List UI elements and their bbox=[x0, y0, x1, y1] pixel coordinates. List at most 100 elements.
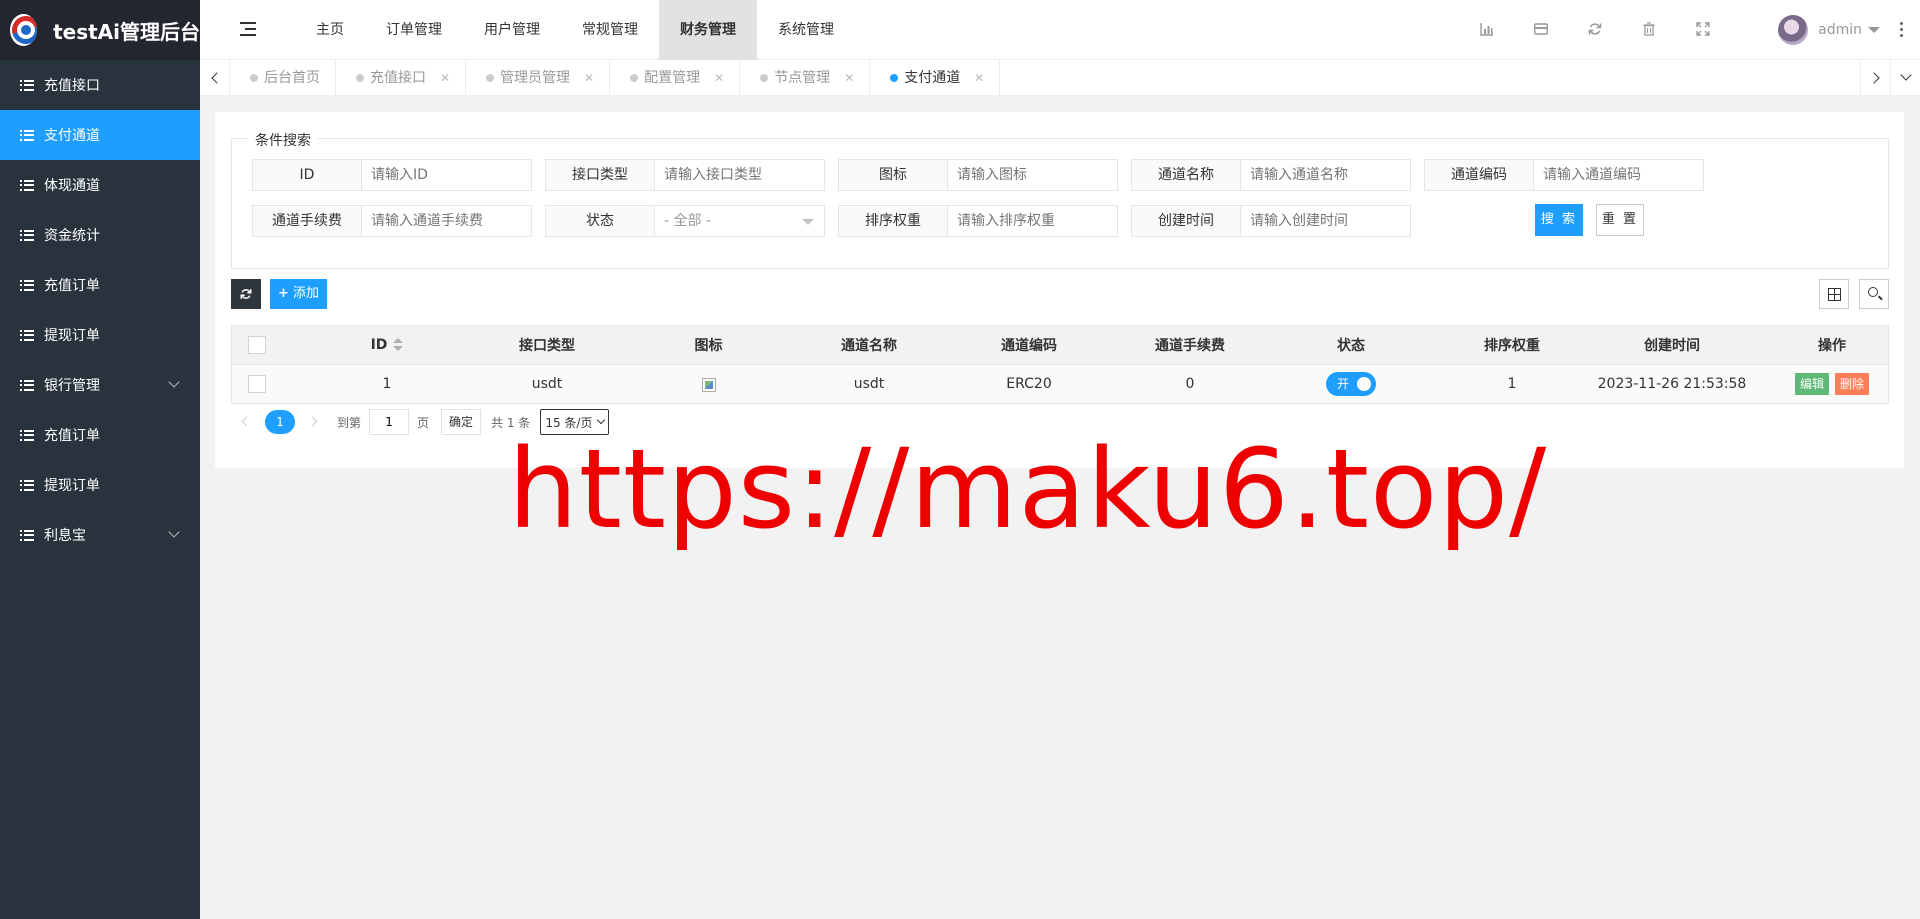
close-icon[interactable]: ✕ bbox=[844, 60, 854, 96]
nav-home[interactable]: 主页 bbox=[295, 0, 365, 60]
tab-label: 配置管理 bbox=[644, 70, 701, 86]
tab-dashboard[interactable]: 后台首页 bbox=[230, 60, 336, 96]
col-channel-code: 通道编码 bbox=[1001, 338, 1057, 354]
tab-recharge-interface[interactable]: 充值接口 ✕ bbox=[336, 60, 467, 96]
row-checkbox[interactable] bbox=[248, 375, 266, 393]
search-field-created-time: 创建时间 bbox=[1131, 205, 1411, 237]
delete-button[interactable]: 删除 bbox=[1835, 373, 1870, 395]
goto-confirm-button[interactable]: 确定 bbox=[441, 409, 482, 435]
channel-name-input[interactable] bbox=[1241, 159, 1411, 191]
card-icon[interactable] bbox=[1514, 0, 1568, 60]
current-page[interactable]: 1 bbox=[265, 410, 295, 434]
status-select[interactable]: - 全部 - bbox=[655, 205, 825, 237]
menu-toggle-icon[interactable] bbox=[240, 22, 256, 36]
refresh-icon[interactable] bbox=[1568, 0, 1622, 60]
search-field-fee: 通道手续费 bbox=[252, 205, 532, 237]
search-field-channel-name: 通道名称 bbox=[1131, 159, 1411, 191]
column-filter-button[interactable] bbox=[1819, 279, 1849, 309]
edit-button[interactable]: 编辑 bbox=[1794, 373, 1829, 395]
chart-icon[interactable] bbox=[1460, 0, 1514, 60]
goto-page-input[interactable] bbox=[369, 409, 410, 435]
sidebar-item-bank-management[interactable]: 银行管理 bbox=[0, 360, 200, 410]
list-icon bbox=[20, 79, 34, 91]
id-input[interactable] bbox=[362, 159, 532, 191]
prev-page-icon[interactable] bbox=[231, 408, 259, 436]
grid-icon bbox=[1828, 288, 1841, 301]
list-icon bbox=[20, 279, 34, 291]
sidebar-item-withdraw-orders-2[interactable]: 提现订单 bbox=[0, 460, 200, 510]
tabs-dropdown-icon[interactable] bbox=[1890, 60, 1920, 96]
status-toggle[interactable]: 开 bbox=[1326, 372, 1376, 396]
search-field-icon: 图标 bbox=[838, 159, 1118, 191]
col-interface-type: 接口类型 bbox=[519, 338, 575, 354]
next-page-icon[interactable] bbox=[301, 408, 329, 436]
nav-general[interactable]: 常规管理 bbox=[561, 0, 659, 60]
user-menu[interactable]: admin bbox=[1778, 0, 1880, 60]
search-toggle-button[interactable] bbox=[1859, 279, 1889, 309]
close-icon[interactable]: ✕ bbox=[974, 60, 984, 96]
col-label: ID bbox=[370, 337, 388, 353]
sidebar-item-payment-channel[interactable]: 支付通道 bbox=[0, 110, 200, 160]
sort-weight-input[interactable] bbox=[948, 205, 1118, 237]
col-actions: 操作 bbox=[1818, 338, 1846, 354]
nav-finance[interactable]: 财务管理 bbox=[659, 0, 757, 60]
tabs-scroll-right-icon[interactable] bbox=[1860, 60, 1890, 96]
icon-input[interactable] bbox=[948, 159, 1118, 191]
tab-dot bbox=[890, 74, 899, 82]
top-header: 主页 订单管理 用户管理 常规管理 财务管理 系统管理 admin bbox=[200, 0, 1920, 60]
tab-config-management[interactable]: 配置管理 ✕ bbox=[610, 60, 741, 96]
nav-users[interactable]: 用户管理 bbox=[463, 0, 561, 60]
fee-input[interactable] bbox=[362, 205, 532, 237]
sidebar-item-label: 银行管理 bbox=[44, 378, 100, 394]
top-nav: 主页 订单管理 用户管理 常规管理 财务管理 系统管理 bbox=[295, 0, 855, 60]
add-button[interactable]: + 添加 bbox=[270, 279, 327, 309]
field-label: 排序权重 bbox=[838, 205, 948, 237]
nav-orders[interactable]: 订单管理 bbox=[365, 0, 463, 60]
sidebar-item-recharge-interface[interactable]: 充值接口 bbox=[0, 60, 200, 110]
more-vertical-icon[interactable] bbox=[1900, 22, 1904, 38]
tab-admin-management[interactable]: 管理员管理 ✕ bbox=[466, 60, 611, 96]
tab-node-management[interactable]: 节点管理 ✕ bbox=[740, 60, 871, 96]
sidebar-item-recharge-orders[interactable]: 充值订单 bbox=[0, 260, 200, 310]
search-field-status: 状态 - 全部 - bbox=[545, 205, 825, 237]
tab-dot bbox=[630, 74, 639, 82]
sidebar-item-label: 资金统计 bbox=[44, 228, 100, 244]
col-created-time: 创建时间 bbox=[1644, 338, 1700, 354]
col-fee: 通道手续费 bbox=[1155, 338, 1225, 354]
trash-icon[interactable] bbox=[1622, 0, 1676, 60]
interface-type-input[interactable] bbox=[655, 159, 825, 191]
table-row: 1 usdt usdt ERC20 0 开 1 2023-11-26 21:53… bbox=[232, 365, 1888, 403]
cell-interface-type: usdt bbox=[531, 376, 563, 392]
table-header: ID 接口类型 图标 通道名称 通道编码 通道手续费 状态 排序权重 创建时间 … bbox=[232, 326, 1888, 365]
toggle-knob bbox=[1357, 377, 1371, 391]
broken-image-icon bbox=[701, 378, 716, 392]
open-tabs: 后台首页 充值接口 ✕ 管理员管理 ✕ 配置管理 ✕ 节点管理 ✕ 支付通道 ✕ bbox=[230, 60, 1001, 96]
sidebar-item-fund-stats[interactable]: 资金统计 bbox=[0, 210, 200, 260]
select-all-checkbox[interactable] bbox=[248, 336, 266, 354]
close-icon[interactable]: ✕ bbox=[440, 60, 450, 96]
sidebar-item-label: 充值订单 bbox=[44, 428, 100, 444]
cell-status: 开 bbox=[1245, 372, 1457, 396]
sidebar-item-recharge-orders-2[interactable]: 充值订单 bbox=[0, 410, 200, 460]
col-channel-name: 通道名称 bbox=[841, 338, 897, 354]
tab-payment-channel[interactable]: 支付通道 ✕ bbox=[870, 60, 1001, 96]
refresh-button[interactable] bbox=[231, 279, 261, 309]
data-table: ID 接口类型 图标 通道名称 通道编码 通道手续费 状态 排序权重 创建时间 … bbox=[231, 325, 1889, 404]
toggle-label: 开 bbox=[1337, 377, 1350, 391]
channel-code-input[interactable] bbox=[1534, 159, 1704, 191]
fullscreen-icon[interactable] bbox=[1676, 0, 1730, 60]
reset-button[interactable]: 重 置 bbox=[1596, 204, 1644, 236]
tabs-scroll-left-icon[interactable] bbox=[200, 60, 230, 96]
sidebar-item-interest-treasure[interactable]: 利息宝 bbox=[0, 510, 200, 560]
col-id[interactable]: ID bbox=[282, 337, 492, 353]
created-time-input[interactable] bbox=[1241, 205, 1411, 237]
sidebar-item-withdraw-channel[interactable]: 体现通道 bbox=[0, 160, 200, 210]
nav-system[interactable]: 系统管理 bbox=[757, 0, 855, 60]
cell-actions: 编辑 删除 bbox=[1777, 373, 1887, 395]
tab-label: 节点管理 bbox=[774, 70, 831, 86]
sort-icon[interactable] bbox=[393, 338, 404, 352]
sidebar-item-withdraw-orders[interactable]: 提现订单 bbox=[0, 310, 200, 360]
close-icon[interactable]: ✕ bbox=[584, 60, 594, 96]
search-button[interactable]: 搜 索 bbox=[1535, 204, 1583, 236]
close-icon[interactable]: ✕ bbox=[714, 60, 724, 96]
